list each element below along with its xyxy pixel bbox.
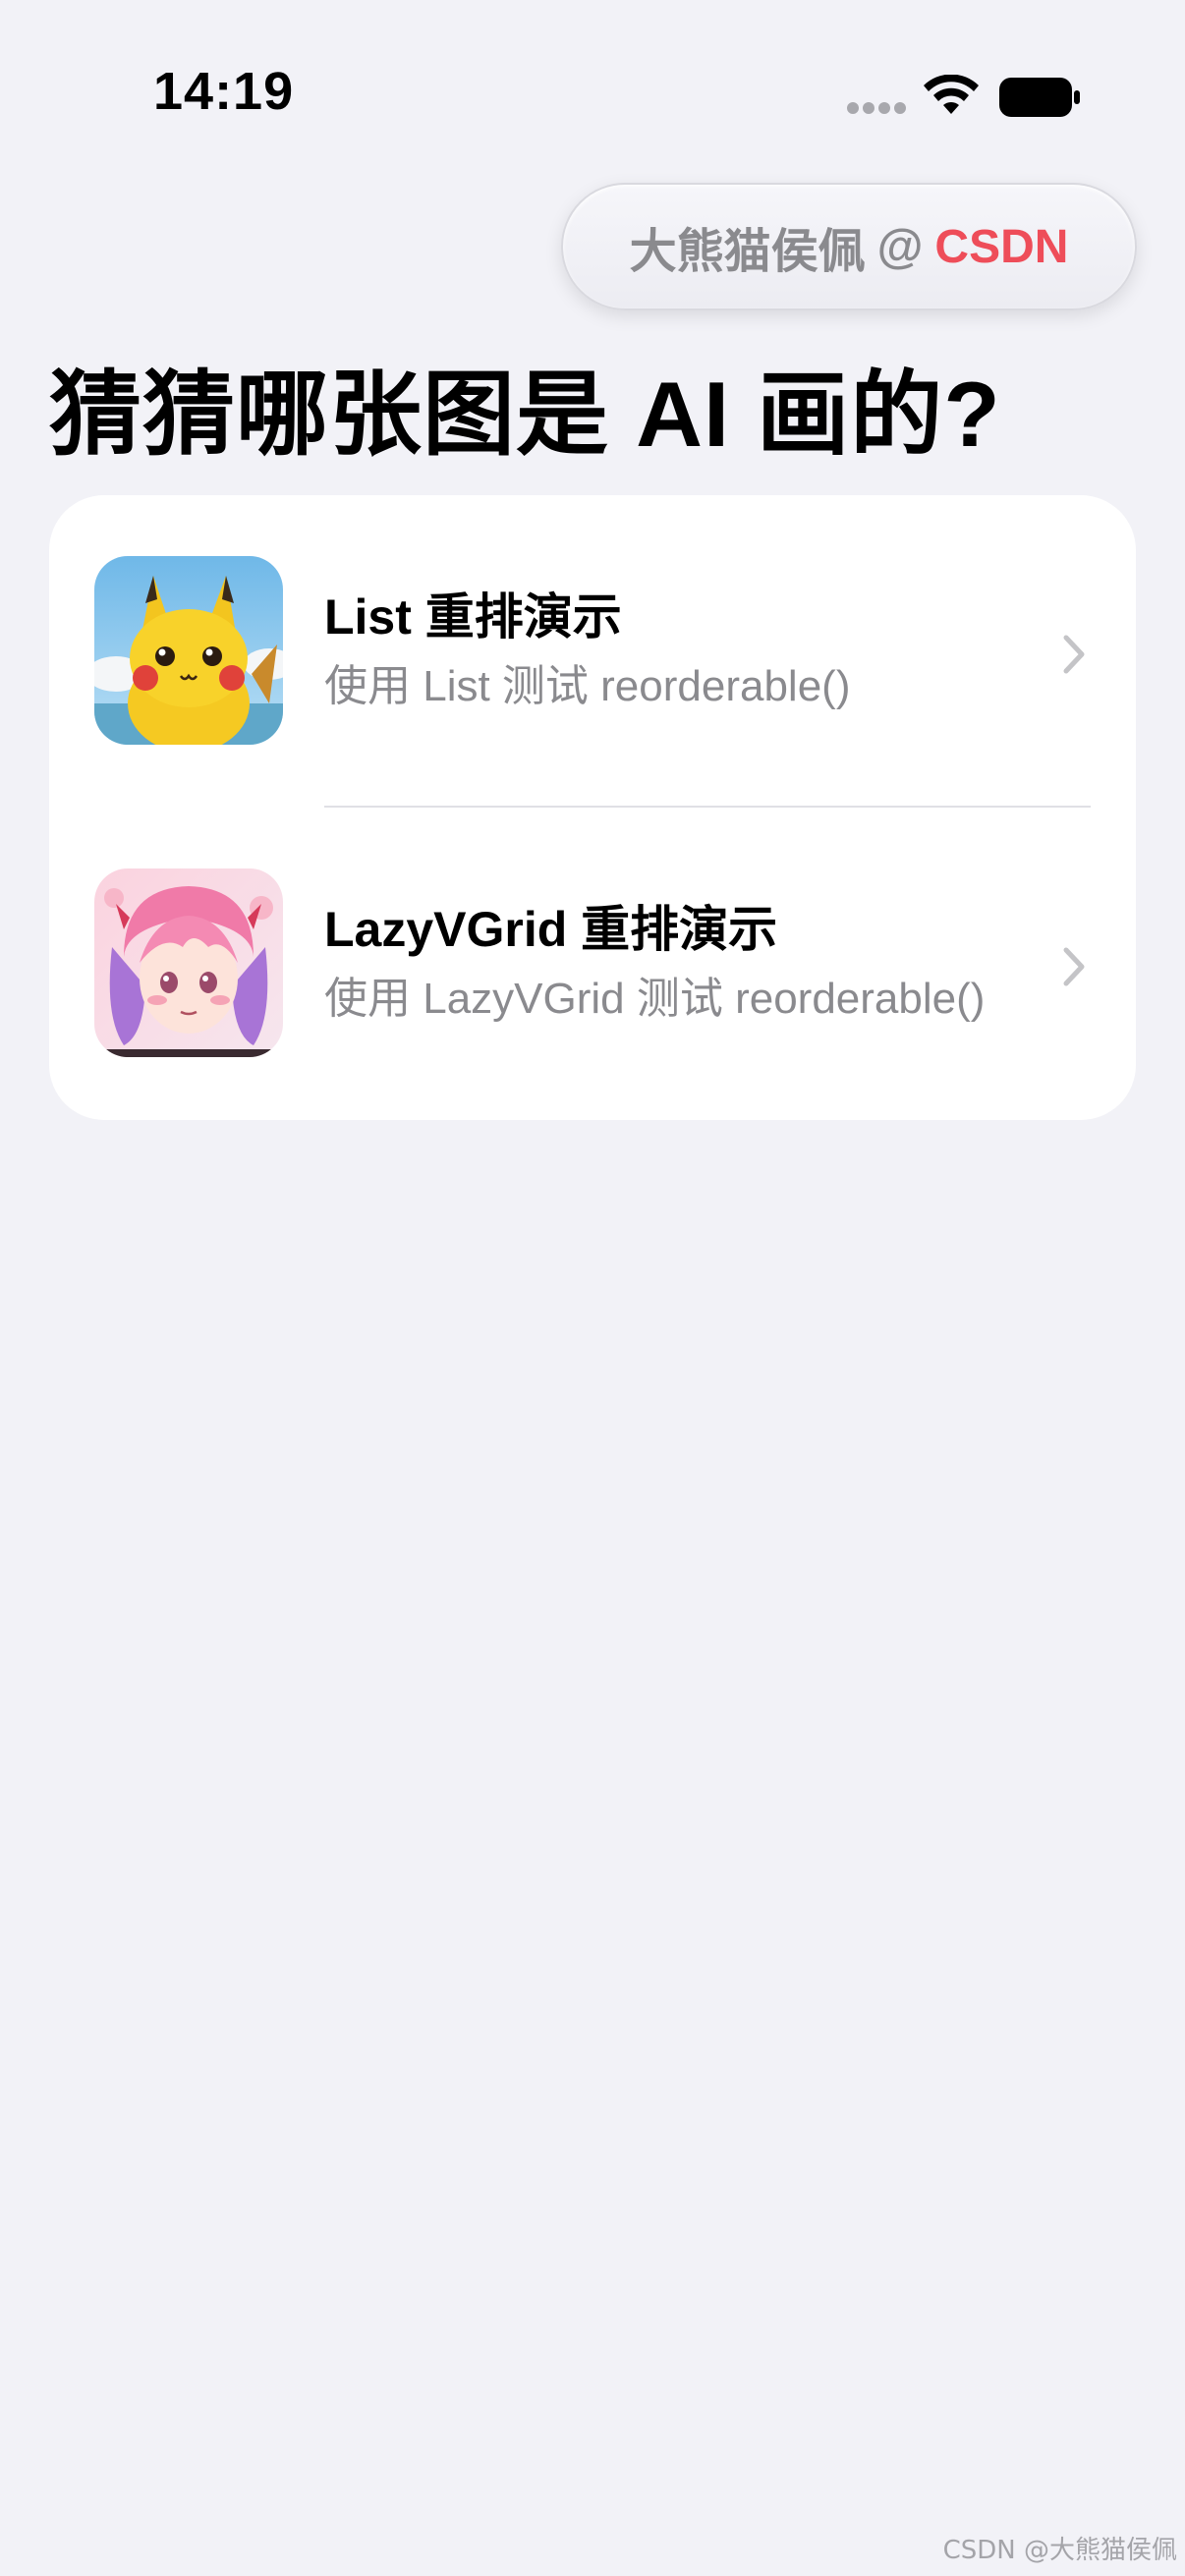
cellular-signal-icon [847,102,908,116]
brand-name: CSDN [934,220,1069,273]
author-badge[interactable]: 大熊猫侯佩 @ CSDN [561,183,1137,310]
corner-watermark: CSDN @大熊猫侯佩 [942,2536,1177,2565]
author-name: 大熊猫侯佩 [629,226,866,278]
chevron-right-icon [1063,635,1085,674]
status-bar: 14:19 [0,0,1185,187]
status-time: 14:19 [153,62,295,121]
list-item-list-demo[interactable]: List 重排演示 使用 List 测试 reorderable() [49,495,1136,808]
pikachu-thumbnail [94,556,283,745]
battery-icon [999,78,1080,117]
demo-list: List 重排演示 使用 List 测试 reorderable() LazyV… [49,495,1136,1120]
list-item-title: List 重排演示 [324,589,622,644]
wifi-icon [924,75,979,114]
anime-girl-thumbnail [94,868,283,1057]
list-item-lazyvgrid-demo[interactable]: LazyVGrid 重排演示 使用 LazyVGrid 测试 reorderab… [49,808,1136,1120]
page-title: 猜猜哪张图是 AI 画的? [49,363,1001,466]
list-item-title: LazyVGrid 重排演示 [324,902,778,957]
chevron-right-icon [1063,947,1085,986]
list-item-subtitle: 使用 LazyVGrid 测试 reorderable() [324,975,986,1023]
at-symbol: @ [876,220,924,273]
list-item-subtitle: 使用 List 测试 reorderable() [324,662,851,710]
